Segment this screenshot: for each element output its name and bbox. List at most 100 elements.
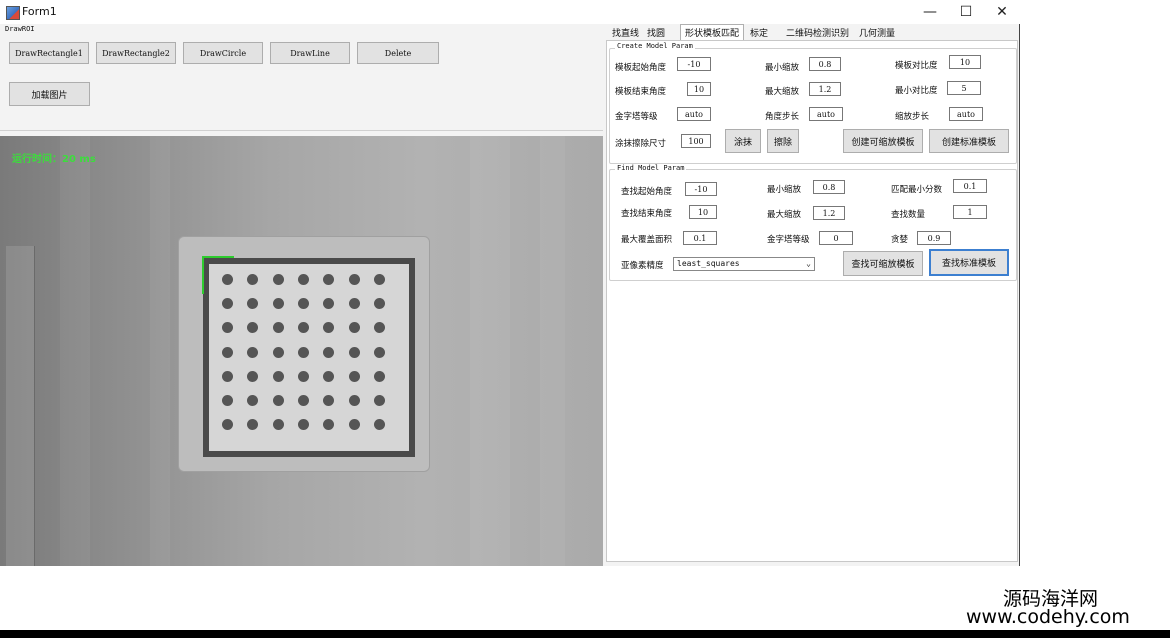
calibration-dot (373, 274, 385, 285)
draw-rectangle2-button[interactable]: DrawRectangle2 (96, 42, 176, 64)
calibration-dot (222, 395, 233, 406)
calibration-dot (323, 346, 335, 358)
watermark-url: www.codehy.com (966, 606, 1130, 628)
minimize-button[interactable]: — (912, 0, 948, 24)
find-start-angle-label: 查找起始角度 (621, 187, 673, 197)
calibration-dot (373, 370, 385, 382)
subpixel-value: least_squares (677, 259, 740, 268)
create-contrast-label: 模板对比度 (895, 61, 938, 71)
create-scale-step-label: 缩放步长 (895, 112, 930, 122)
find-end-angle-input[interactable]: 10 (689, 205, 717, 219)
find-start-angle-input[interactable]: -10 (685, 182, 717, 196)
create-min-contrast-input[interactable]: 5 (947, 81, 981, 95)
calibration-dot (272, 419, 284, 431)
calibration-dot (222, 346, 233, 358)
find-end-angle-label: 查找结束角度 (621, 209, 673, 219)
calibration-dot (348, 322, 360, 334)
find-min-score-input[interactable]: 0.1 (953, 179, 987, 193)
find-count-input[interactable]: 1 (953, 205, 987, 219)
load-image-button[interactable]: 加载图片 (9, 82, 90, 106)
create-group-label: Create Model Param (615, 42, 695, 50)
find-pyramid-input[interactable]: 0 (819, 231, 853, 245)
find-scaled-model-button[interactable]: 查找可缩放模板 (843, 251, 923, 276)
calibration-dot (297, 298, 309, 310)
calibration-dot (348, 419, 360, 431)
create-start-angle-input[interactable]: -10 (677, 57, 711, 71)
fixture-edge (6, 246, 35, 566)
create-scaled-model-button[interactable]: 创建可缩放模板 (843, 129, 923, 153)
create-max-scale-input[interactable]: 1.2 (809, 82, 841, 96)
calibration-dot (222, 370, 233, 382)
find-standard-model-button[interactable]: 查找标准模板 (929, 249, 1009, 276)
main-window: Form1 — ☐ ✕ DrawROI DrawRectangle1 DrawR… (0, 0, 1020, 566)
create-start-angle-label: 模板起始角度 (615, 63, 667, 73)
create-max-scale-label: 最大缩放 (765, 87, 800, 97)
image-view[interactable]: 运行时间：20 ms (0, 136, 603, 566)
find-min-score-label: 匹配最小分数 (891, 185, 943, 195)
create-min-contrast-label: 最小对比度 (895, 86, 938, 96)
delete-button[interactable]: Delete (357, 42, 439, 64)
create-end-angle-input[interactable]: 10 (687, 82, 711, 96)
title-bar: Form1 — ☐ ✕ (0, 0, 1020, 24)
draw-line-button[interactable]: DrawLine (270, 42, 350, 64)
create-scale-step-input[interactable]: auto (949, 107, 983, 121)
maximize-button[interactable]: ☐ (948, 0, 984, 24)
create-contrast-input[interactable]: 10 (949, 55, 981, 69)
calibration-dot (348, 298, 360, 310)
calibration-dot (348, 395, 360, 406)
create-pyramid-label: 金字塔等级 (615, 112, 658, 122)
calibration-dot (272, 370, 284, 382)
subpixel-select[interactable]: least_squares ⌄ (673, 257, 815, 271)
find-greediness-input[interactable]: 0.9 (917, 231, 951, 245)
smear-button[interactable]: 涂抹 (725, 129, 761, 153)
create-min-scale-label: 最小缩放 (765, 63, 800, 73)
calibration-dot (348, 346, 360, 358)
erase-size-input[interactable]: 100 (681, 134, 711, 148)
find-max-scale-label: 最大缩放 (767, 210, 802, 220)
tab-find-circle[interactable]: 找圆 (643, 25, 669, 40)
close-button[interactable]: ✕ (984, 0, 1020, 24)
tab-qrcode[interactable]: 二维码检测识别 (782, 25, 853, 40)
create-angle-step-label: 角度步长 (765, 112, 800, 122)
match-contour (202, 256, 234, 294)
chevron-down-icon: ⌄ (806, 259, 811, 268)
calibration-dot (272, 322, 284, 334)
create-pyramid-input[interactable]: auto (677, 107, 711, 121)
tab-find-line[interactable]: 找直线 (608, 25, 643, 40)
calibration-dot (297, 419, 309, 431)
create-end-angle-label: 模板结束角度 (615, 87, 667, 97)
create-standard-model-button[interactable]: 创建标准模板 (929, 129, 1009, 153)
erase-button[interactable]: 擦除 (767, 129, 799, 153)
draw-rectangle1-button[interactable]: DrawRectangle1 (9, 42, 89, 64)
calibration-dot (272, 298, 284, 310)
find-count-label: 查找数量 (891, 210, 926, 220)
calibration-dot (297, 346, 309, 358)
divider (0, 130, 603, 131)
create-min-scale-input[interactable]: 0.8 (809, 57, 841, 71)
drawroi-group-label: DrawROI (5, 25, 35, 33)
tab-measure[interactable]: 几何测量 (855, 25, 899, 40)
tab-calibration[interactable]: 标定 (746, 25, 772, 40)
calibration-dot (373, 395, 385, 406)
find-pyramid-label: 金字塔等级 (767, 235, 810, 245)
find-max-overlap-input[interactable]: 0.1 (683, 231, 717, 245)
app-icon (6, 6, 20, 20)
calibration-dot (272, 274, 284, 285)
subpixel-label: 亚像素精度 (621, 261, 664, 271)
bottom-bar (0, 630, 1170, 638)
calibration-dot (297, 370, 309, 382)
calibration-dot (348, 274, 360, 285)
window-title: Form1 (22, 5, 57, 18)
calibration-dot (348, 370, 360, 382)
create-angle-step-input[interactable]: auto (809, 107, 843, 121)
draw-circle-button[interactable]: DrawCircle (183, 42, 263, 64)
calibration-dot (323, 370, 335, 382)
erase-size-label: 涂抹擦除尺寸 (615, 139, 667, 149)
find-max-scale-input[interactable]: 1.2 (813, 206, 845, 220)
calibration-dot (297, 274, 309, 285)
calibration-dot (373, 419, 385, 431)
calibration-dot (373, 346, 385, 358)
find-min-scale-input[interactable]: 0.8 (813, 180, 845, 194)
calibration-dot (373, 298, 385, 310)
calibration-dot (272, 346, 284, 358)
